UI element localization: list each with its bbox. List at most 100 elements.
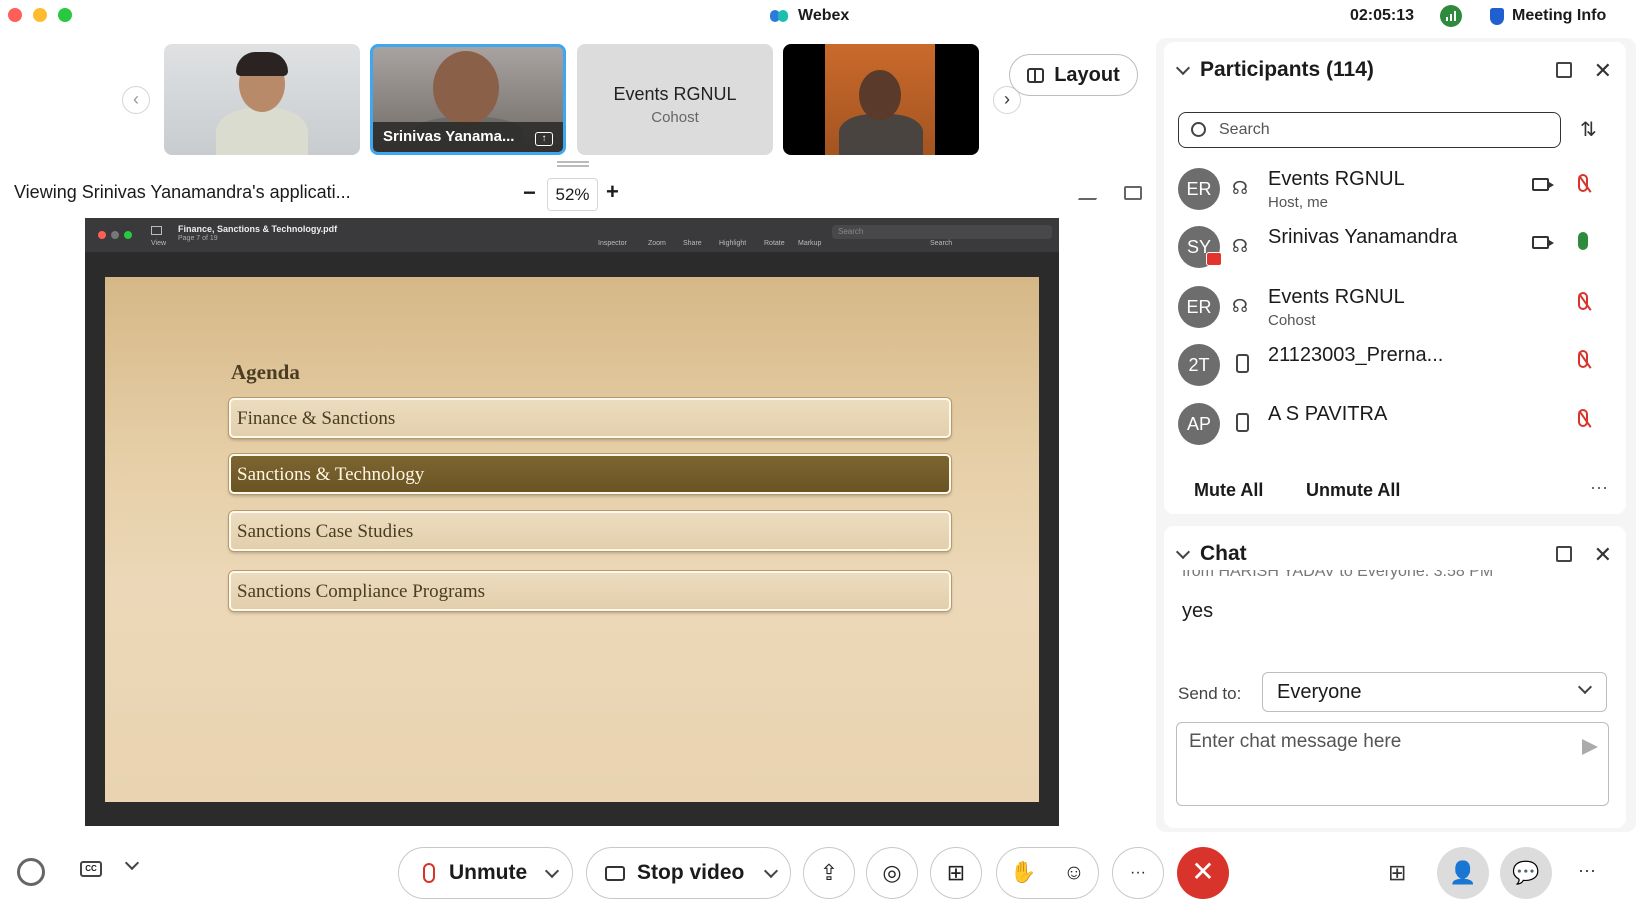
meeting-info-button[interactable]: Meeting Info: [1490, 7, 1606, 25]
chevron-down-icon[interactable]: [545, 863, 560, 878]
window-zoom-button[interactable]: [58, 8, 72, 22]
more-options-button[interactable]: ···: [1112, 847, 1164, 899]
participant-row[interactable]: ER ☊ Events RGNUL Cohost: [1178, 282, 1608, 334]
participant-row[interactable]: 2T 21123003_Prerna...: [1178, 340, 1608, 392]
collapse-chevron-icon[interactable]: [1175, 60, 1191, 75]
slide-heading: Agenda: [231, 360, 300, 384]
window-minimize-button[interactable]: [33, 8, 47, 22]
unmute-button[interactable]: Unmute: [398, 847, 573, 899]
chat-toggle-button[interactable]: 💬: [1500, 847, 1552, 899]
thumbnail-name: Events RGNUL: [613, 84, 737, 104]
sort-icon[interactable]: ⇅: [1580, 117, 1597, 142]
mic-muted-icon[interactable]: [1578, 174, 1588, 192]
participants-panel: Participants (114) ✕ Search ⇅ ER ☊ Event…: [1164, 42, 1626, 514]
reactions-icon[interactable]: ☺: [1063, 861, 1084, 885]
mic-muted-icon: [423, 863, 435, 883]
participant-row[interactable]: SY ☊ Srinivas Yanamandra: [1178, 222, 1608, 274]
unmute-label: Unmute: [449, 861, 528, 884]
share-screen-button[interactable]: ⇪: [803, 847, 855, 899]
mic-muted-icon[interactable]: [1578, 292, 1588, 310]
participant-thumbnail[interactable]: [783, 44, 979, 155]
participant-name: Srinivas Yanamandra: [1268, 226, 1458, 248]
more-icon[interactable]: ···: [1578, 860, 1596, 881]
send-to-select[interactable]: Everyone: [1262, 672, 1607, 712]
participant-thumbnail[interactable]: [164, 44, 360, 155]
captions-chevron-down-icon[interactable]: [124, 855, 140, 871]
thumbnail-role: Cohost: [651, 109, 699, 126]
layout-button[interactable]: Layout: [1009, 54, 1138, 96]
chat-header[interactable]: Chat: [1175, 542, 1247, 566]
participants-header[interactable]: Participants (114): [1175, 58, 1374, 82]
meeting-timer: 02:05:13: [1350, 7, 1415, 24]
viewing-share-label: Viewing Srinivas Yanamandra's applicati.…: [14, 182, 351, 202]
camera-icon[interactable]: [1532, 178, 1554, 191]
headset-icon: ☊: [1232, 296, 1248, 316]
chevron-down-icon: [1577, 679, 1593, 695]
apps-add-icon[interactable]: ⊞: [1388, 860, 1406, 886]
network-signal-icon[interactable]: [1440, 5, 1462, 27]
zoom-level-field[interactable]: 52%: [547, 178, 598, 211]
annotate-icon[interactable]: [1077, 186, 1105, 200]
end-call-button[interactable]: ✕: [1177, 847, 1229, 899]
pdf-tool-highlight: Highlight: [719, 240, 747, 247]
app-title: Webex: [770, 7, 849, 25]
pdf-tool-zoom: Zoom: [648, 240, 666, 247]
participant-name: A S PAVITRA: [1268, 403, 1388, 425]
participant-search-input[interactable]: Search: [1178, 112, 1561, 148]
close-icon[interactable]: ✕: [1594, 58, 1612, 84]
raise-hand-icon[interactable]: ✋: [1010, 861, 1036, 885]
pdf-tool-inspector: Inspector: [598, 240, 627, 247]
stop-video-button[interactable]: Stop video: [586, 847, 791, 899]
apps-button[interactable]: ⊞: [930, 847, 982, 899]
sharing-badge-icon: [1206, 252, 1222, 266]
mute-all-button[interactable]: Mute All: [1194, 480, 1263, 501]
headset-icon: ☊: [1232, 178, 1248, 198]
send-to-value: Everyone: [1277, 681, 1362, 703]
agenda-item-active: Sanctions & Technology: [229, 454, 951, 494]
pdf-toolbar: View Finance, Sanctions & Technology.pdf…: [85, 218, 1059, 252]
camera-icon[interactable]: [1532, 236, 1554, 249]
record-button[interactable]: ◎: [866, 847, 918, 899]
participant-role: Host, me: [1268, 194, 1329, 211]
mic-muted-icon[interactable]: [1578, 409, 1588, 427]
collapse-chevron-icon[interactable]: [1175, 544, 1191, 559]
chat-message-meta: from HARISH YADAV to Everyone: 3:58 PM: [1182, 570, 1494, 580]
presentation-slide: Agenda Finance & Sanctions Sanctions & T…: [105, 277, 1039, 802]
participant-row[interactable]: AP A S PAVITRA: [1178, 399, 1608, 451]
search-placeholder: Search: [1219, 121, 1270, 138]
participant-row[interactable]: ER ☊ Events RGNUL Host, me: [1178, 164, 1608, 216]
mic-active-icon[interactable]: [1578, 232, 1588, 250]
participants-toggle-button[interactable]: 👤: [1437, 847, 1489, 899]
participant-thumbnail-active[interactable]: Srinivas Yanama... ↑: [370, 44, 566, 155]
send-icon[interactable]: [1582, 739, 1598, 755]
pdf-tool-markup: Markup: [798, 240, 822, 247]
zoom-in-button[interactable]: +: [606, 179, 619, 205]
agenda-item: Sanctions Case Studies: [229, 511, 951, 551]
chat-bubble-icon: 💬: [1512, 860, 1540, 885]
ai-assistant-icon[interactable]: [17, 858, 45, 886]
shared-screen: View Finance, Sanctions & Technology.pdf…: [85, 218, 1059, 826]
unmute-all-button[interactable]: Unmute All: [1306, 480, 1400, 501]
closed-captions-icon[interactable]: CC: [80, 861, 102, 877]
participants-icon: 👤: [1449, 860, 1477, 885]
participants-more-button[interactable]: ···: [1590, 477, 1608, 498]
pdf-search-field: Search: [832, 225, 1052, 239]
close-icon[interactable]: ✕: [1594, 542, 1612, 568]
reactions-group: ✋ ☺: [996, 847, 1099, 899]
filmstrip-resize-handle[interactable]: [557, 161, 589, 167]
window-close-button[interactable]: [8, 8, 22, 22]
avatar: ER: [1178, 168, 1220, 210]
chevron-down-icon[interactable]: [764, 863, 779, 878]
chat-message-input[interactable]: Enter chat message here: [1176, 722, 1609, 806]
zoom-out-button[interactable]: −: [523, 180, 536, 206]
meeting-info-label: Meeting Info: [1512, 7, 1607, 24]
mic-muted-icon[interactable]: [1578, 350, 1588, 368]
camera-icon: [605, 865, 625, 881]
participant-thumbnail[interactable]: Events RGNUL Cohost: [577, 44, 773, 155]
filmstrip-prev-button[interactable]: ‹: [122, 86, 150, 114]
participants-title: Participants (114): [1200, 58, 1374, 81]
popout-icon[interactable]: [1556, 62, 1572, 78]
popout-icon[interactable]: [1556, 546, 1572, 562]
thumbnail-name: Srinivas Yanama...: [383, 128, 515, 145]
remote-control-icon[interactable]: [1124, 186, 1142, 200]
